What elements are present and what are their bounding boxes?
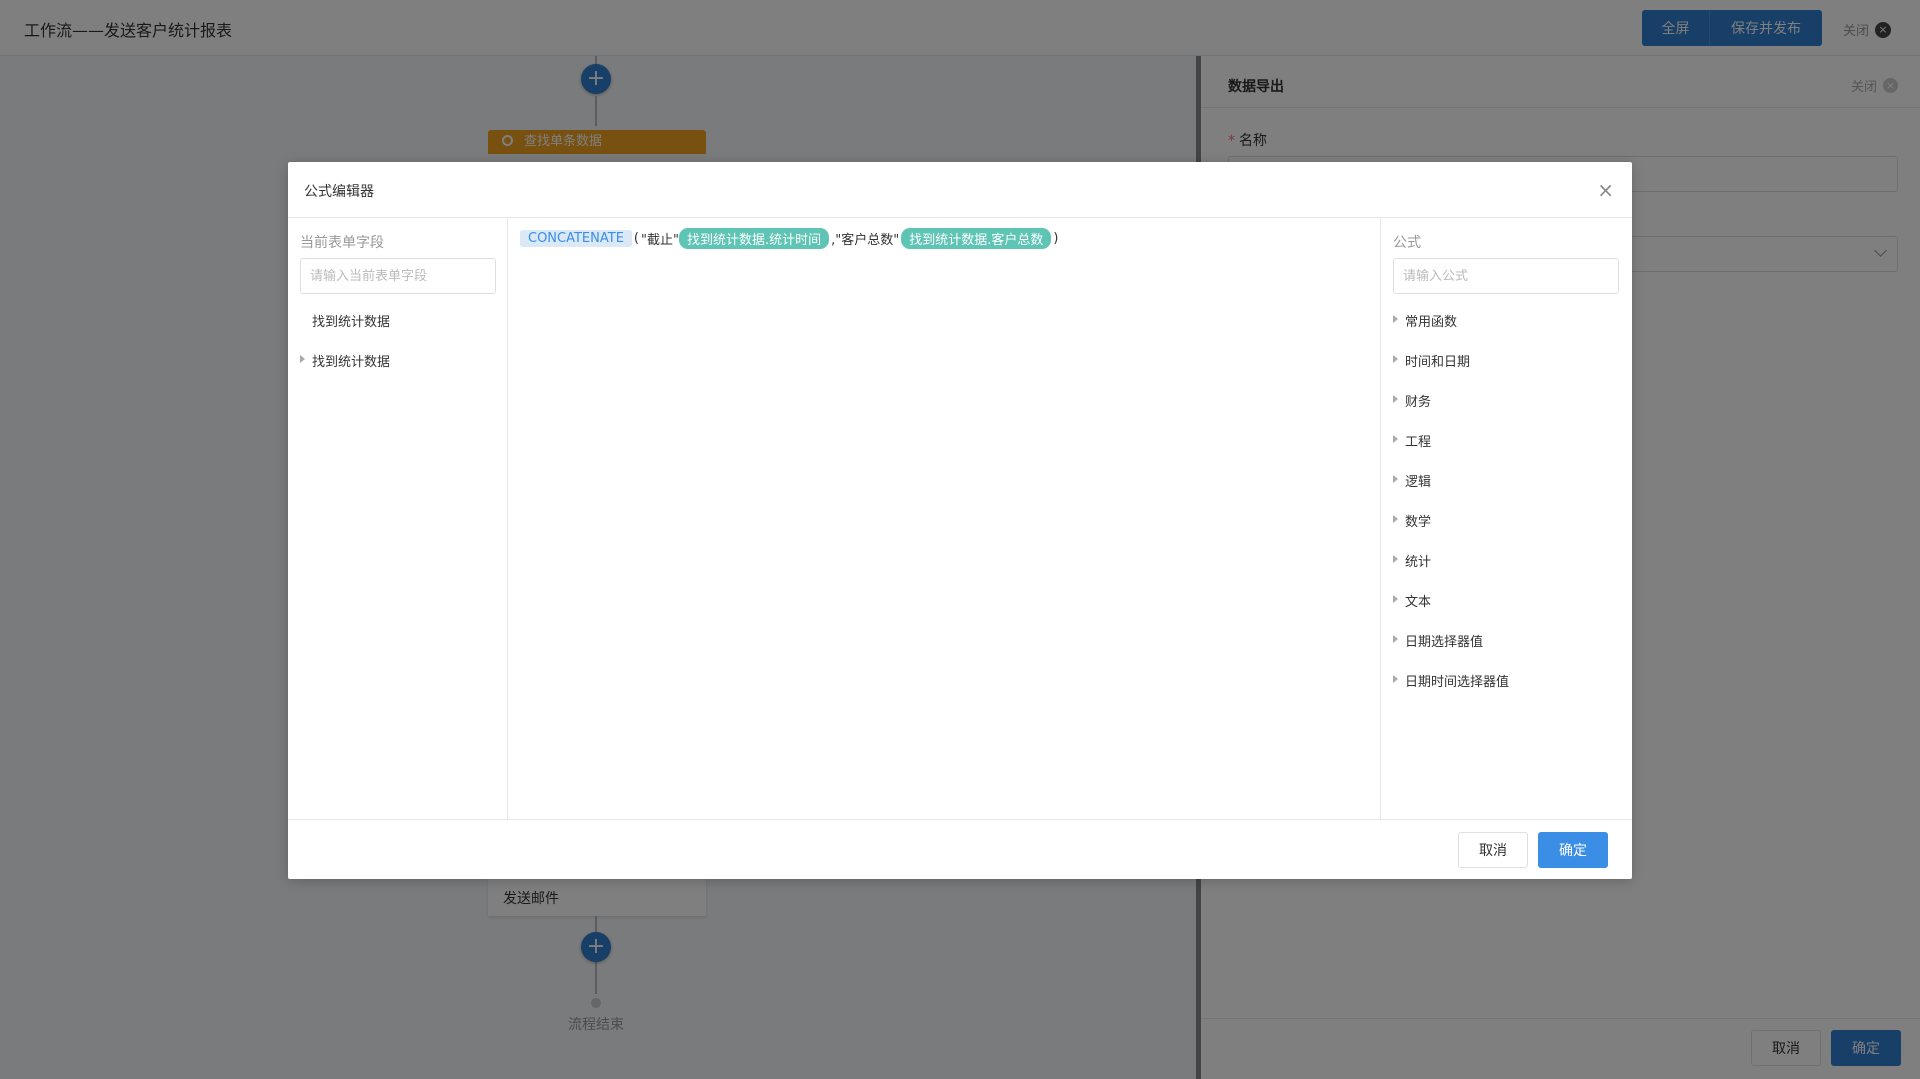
confirm-button[interactable]: 确定 <box>1538 832 1608 868</box>
caret-right-icon[interactable] <box>1393 355 1398 363</box>
formula-editor-dialog: 公式编辑器 × 当前表单字段 找到统计数据 找到统计数据 CONCATENATE… <box>288 162 1632 879</box>
formula-editor-area[interactable]: CONCATENATE ( "截止" 找到统计数据.统计时间 ,"客户总数" 找… <box>508 218 1381 819</box>
function-category-label: 工程 <box>1405 435 1432 450</box>
function-category-item[interactable]: 数学 <box>1393 511 1432 530</box>
function-category-label: 时间和日期 <box>1405 355 1471 370</box>
formula-text: ( <box>633 231 639 246</box>
field-token[interactable]: 找到统计数据.统计时间 <box>678 228 830 249</box>
function-token[interactable]: CONCATENATE <box>520 230 632 247</box>
formula-text: "截止" <box>641 233 679 248</box>
caret-right-icon[interactable] <box>1393 395 1398 403</box>
dialog-footer: 取消 确定 <box>288 819 1632 879</box>
function-category-label: 财务 <box>1405 395 1432 410</box>
dialog-header: 公式编辑器 × <box>288 162 1632 218</box>
function-category-label: 日期时间选择器值 <box>1405 675 1510 690</box>
caret-right-icon[interactable] <box>1393 435 1398 443</box>
function-category-label: 逻辑 <box>1405 475 1432 490</box>
caret-right-icon[interactable] <box>300 355 305 363</box>
form-field-label: 找到统计数据 <box>312 355 391 370</box>
function-category-label: 日期选择器值 <box>1405 635 1484 650</box>
formula-text: ) <box>1053 231 1059 246</box>
function-category-item[interactable]: 文本 <box>1393 591 1432 610</box>
caret-right-icon[interactable] <box>1393 595 1398 603</box>
function-category-label: 数学 <box>1405 515 1432 530</box>
function-category-item[interactable]: 统计 <box>1393 551 1432 570</box>
function-category-item[interactable]: 工程 <box>1393 431 1432 450</box>
cancel-button[interactable]: 取消 <box>1458 832 1528 868</box>
caret-right-icon[interactable] <box>1393 475 1398 483</box>
function-category-item[interactable]: 时间和日期 <box>1393 351 1471 370</box>
formula-text: ,"客户总数" <box>831 233 900 248</box>
function-category-item[interactable]: 常用函数 <box>1393 311 1458 330</box>
function-category-item[interactable]: 日期选择器值 <box>1393 631 1484 650</box>
caret-right-icon[interactable] <box>1393 315 1398 323</box>
function-search-input[interactable] <box>1393 258 1619 294</box>
function-category-label: 文本 <box>1405 595 1432 610</box>
formula-expression: CONCATENATE ( "截止" 找到统计数据.统计时间 ,"客户总数" 找… <box>520 228 1060 249</box>
field-token[interactable]: 找到统计数据.客户总数 <box>901 228 1052 249</box>
function-category-label: 常用函数 <box>1405 315 1458 330</box>
caret-right-icon[interactable] <box>1393 635 1398 643</box>
caret-right-icon[interactable] <box>1393 555 1398 563</box>
function-category-item[interactable]: 逻辑 <box>1393 471 1432 490</box>
function-category-item[interactable]: 财务 <box>1393 391 1432 410</box>
form-field-label: 找到统计数据 <box>312 315 391 330</box>
function-category-label: 统计 <box>1405 555 1432 570</box>
function-list-column: 公式 常用函数时间和日期财务工程逻辑数学统计文本日期选择器值日期时间选择器值 <box>1381 218 1632 819</box>
form-field-item[interactable]: 找到统计数据 <box>300 351 391 370</box>
form-fields-title: 当前表单字段 <box>300 235 384 251</box>
caret-right-icon[interactable] <box>1393 675 1398 683</box>
form-field-search-input[interactable] <box>300 258 496 294</box>
caret-right-icon[interactable] <box>1393 515 1398 523</box>
function-category-item[interactable]: 日期时间选择器值 <box>1393 671 1510 690</box>
close-icon[interactable]: × <box>1597 178 1614 202</box>
form-field-item[interactable]: 找到统计数据 <box>312 311 390 330</box>
functions-title: 公式 <box>1393 235 1421 251</box>
dialog-title: 公式编辑器 <box>304 184 374 200</box>
form-fields-column: 当前表单字段 找到统计数据 找到统计数据 <box>288 218 508 819</box>
